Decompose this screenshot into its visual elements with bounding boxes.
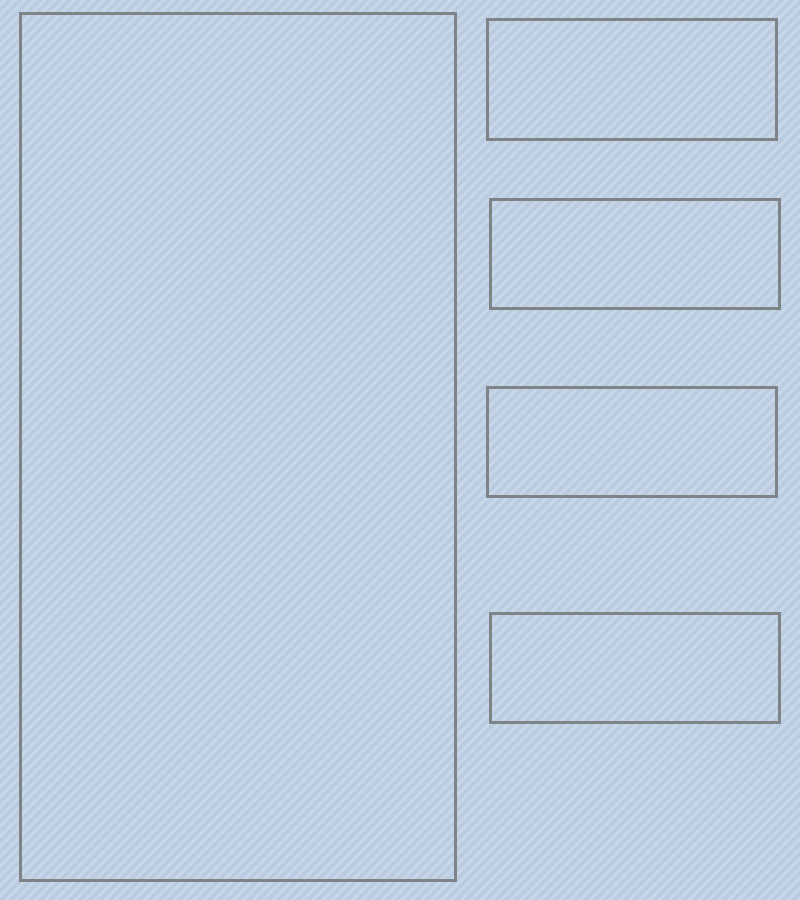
side-box-2 [489, 198, 781, 310]
side-box-1 [486, 18, 778, 141]
side-box-4 [489, 612, 781, 724]
side-box-3 [486, 386, 778, 498]
main-content-panel [19, 12, 457, 882]
